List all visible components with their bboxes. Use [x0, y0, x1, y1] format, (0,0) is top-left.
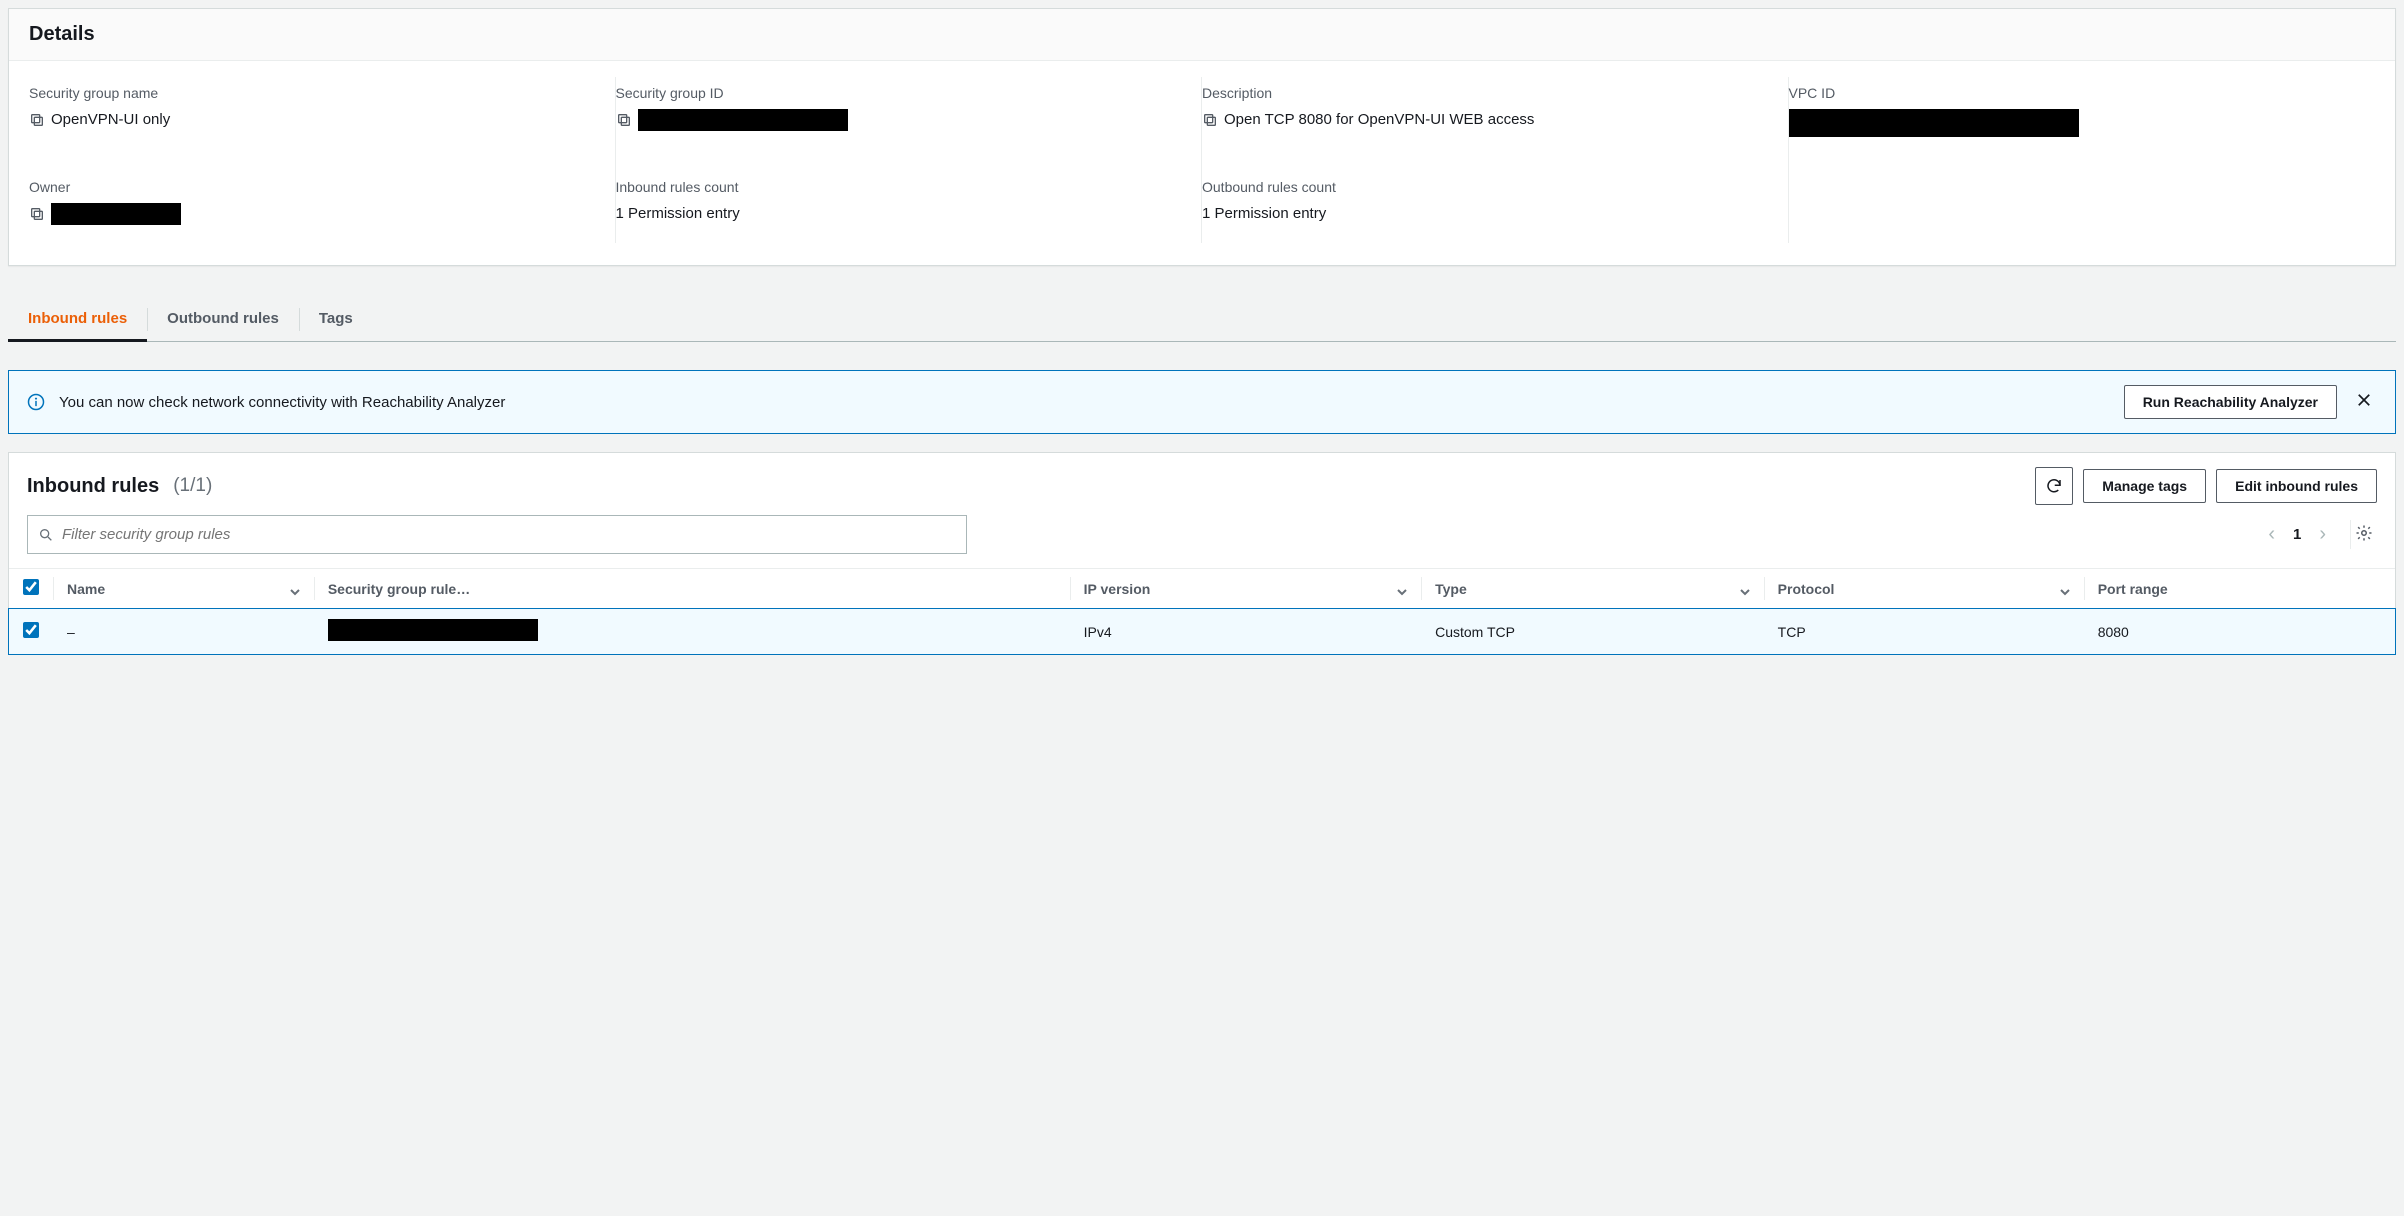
- rules-panel-title: Inbound rules: [27, 475, 159, 498]
- copy-icon[interactable]: [1202, 112, 1218, 128]
- inbound-rules-table: Name Security group rule… IP version Typ…: [9, 568, 2395, 654]
- sort-icon[interactable]: [1740, 584, 1750, 594]
- col-protocol[interactable]: Protocol: [1778, 581, 1835, 597]
- filter-text-field[interactable]: [54, 522, 956, 547]
- edit-inbound-rules-button[interactable]: Edit inbound rules: [2216, 469, 2377, 503]
- details-panel: Details Security group name OpenVPN-UI o…: [8, 8, 2396, 266]
- col-port-range[interactable]: Port range: [2098, 581, 2168, 597]
- table-row[interactable]: – IPv4 Custom TCP TCP 8080: [9, 609, 2395, 655]
- tabs: Inbound rules Outbound rules Tags: [8, 298, 2396, 342]
- field-value-sg-id-redacted: [638, 109, 848, 131]
- copy-icon[interactable]: [29, 206, 45, 222]
- refresh-button[interactable]: [2035, 467, 2073, 505]
- col-ip-version[interactable]: IP version: [1084, 581, 1151, 597]
- cell-name: –: [53, 609, 314, 655]
- field-label-inbound-count: Inbound rules count: [616, 179, 1186, 195]
- cell-type: Custom TCP: [1421, 609, 1764, 655]
- field-value-owner-redacted: [51, 203, 181, 225]
- field-label-owner: Owner: [29, 179, 599, 195]
- cell-ip-version: IPv4: [1070, 609, 1421, 655]
- field-label-vpc-id: VPC ID: [1789, 85, 2360, 101]
- row-checkbox[interactable]: [23, 622, 39, 638]
- gear-icon[interactable]: [2350, 520, 2377, 549]
- field-value-inbound-count: 1 Permission entry: [616, 203, 1186, 224]
- pager-page-number: 1: [2293, 526, 2301, 543]
- filter-input[interactable]: [27, 515, 967, 554]
- pager-next[interactable]: ›: [2313, 521, 2332, 548]
- close-icon[interactable]: [2351, 387, 2377, 417]
- manage-tags-button[interactable]: Manage tags: [2083, 469, 2206, 503]
- col-type[interactable]: Type: [1435, 581, 1467, 597]
- reachability-banner: You can now check network connectivity w…: [8, 370, 2396, 434]
- field-value-outbound-count: 1 Permission entry: [1202, 203, 1772, 224]
- copy-icon[interactable]: [29, 112, 45, 128]
- tab-inbound-rules[interactable]: Inbound rules: [8, 298, 147, 341]
- field-label-outbound-count: Outbound rules count: [1202, 179, 1772, 195]
- col-rule-id[interactable]: Security group rule…: [328, 581, 470, 597]
- inbound-rules-panel: Inbound rules (1/1) Manage tags Edit inb…: [8, 452, 2396, 655]
- field-label-sg-id: Security group ID: [616, 85, 1186, 101]
- rules-panel-count: (1/1): [173, 475, 212, 497]
- cell-port-range: 8080: [2084, 609, 2395, 655]
- select-all-checkbox[interactable]: [23, 579, 39, 595]
- field-value-sg-name: OpenVPN-UI only: [51, 109, 599, 130]
- search-icon: [38, 527, 54, 543]
- banner-text: You can now check network connectivity w…: [59, 394, 2110, 411]
- cell-protocol: TCP: [1764, 609, 2084, 655]
- pager-prev[interactable]: ‹: [2262, 521, 2281, 548]
- sort-icon[interactable]: [290, 584, 300, 594]
- col-name[interactable]: Name: [67, 581, 105, 597]
- sort-icon[interactable]: [1397, 584, 1407, 594]
- field-value-description: Open TCP 8080 for OpenVPN-UI WEB access: [1224, 109, 1772, 130]
- tab-outbound-rules[interactable]: Outbound rules: [147, 298, 299, 341]
- field-label-description: Description: [1202, 85, 1772, 101]
- copy-icon[interactable]: [616, 112, 632, 128]
- cell-rule-id-redacted: [328, 619, 538, 641]
- field-label-sg-name: Security group name: [29, 85, 599, 101]
- run-reachability-analyzer-button[interactable]: Run Reachability Analyzer: [2124, 385, 2337, 419]
- info-icon: [27, 393, 45, 411]
- field-value-vpc-id-redacted: [1789, 109, 2079, 137]
- sort-icon[interactable]: [2060, 584, 2070, 594]
- tab-tags[interactable]: Tags: [299, 298, 373, 341]
- details-title: Details: [29, 23, 2375, 46]
